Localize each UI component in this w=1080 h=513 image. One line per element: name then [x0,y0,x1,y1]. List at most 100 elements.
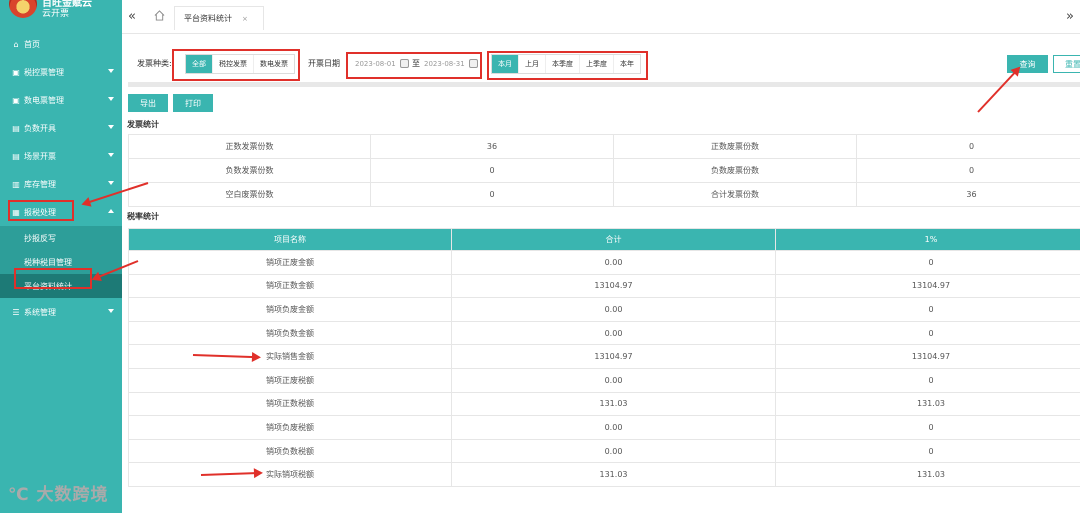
annotation-box [14,268,92,289]
chevron-down-icon [108,309,114,313]
collapse-sidebar-icon[interactable]: « [128,9,136,24]
table-row: 销项负废金额 0.00 0 [128,297,1080,322]
table-cell: 13104.97 [451,344,776,369]
annotation-box [172,49,300,81]
sidebar-item-home[interactable]: ⌂ 首页 [0,30,122,58]
sidebar-item-scene[interactable]: ▤ 场景开票 [0,142,122,170]
sidebar-item-label: 负数开具 [24,123,56,133]
table-row: 负数发票份数 0 负数废票份数 0 [128,158,1080,183]
home-tab-icon[interactable] [154,10,165,21]
annotation-box [346,52,482,79]
table-row: 销项负数金额 0.00 0 [128,320,1080,346]
table-cell: 0 [856,158,1080,183]
table-cell: 负数发票份数 [128,158,371,183]
chevron-down-icon [108,153,114,157]
table-row: 销项正数金额 13104.97 13104.97 [128,273,1080,299]
column-header: 项目名称 [128,228,452,251]
reset-button[interactable]: 重置 [1053,55,1080,73]
sidebar-item-digital[interactable]: ▣ 数电票管理 [0,86,122,114]
table-cell: 销项正数金额 [128,273,452,299]
export-button[interactable]: 导出 [128,94,168,112]
table-cell: 0.00 [451,250,776,275]
annotation-box [8,200,74,221]
table-cell: 0 [775,438,1080,464]
table-cell: 正数发票份数 [128,134,371,159]
tab-platform-stats[interactable]: 平台资料统计 × [174,6,264,30]
table-cell: 0.00 [451,320,776,346]
chevron-up-icon [108,209,114,213]
close-icon[interactable]: × [242,15,248,23]
invoice-stats-title: 发票统计 [127,120,159,129]
table-cell: 0 [856,134,1080,159]
divider [128,82,1080,87]
table-cell: 0 [775,415,1080,440]
doc-icon: ▤ [12,123,20,133]
column-header: 合计 [451,228,776,251]
sidebar-item-label: 税控票管理 [24,67,64,77]
sidebar-item-label: 系统管理 [24,307,56,317]
date-label: 开票日期 [308,59,340,68]
table-row: 销项正废税额 0.00 0 [128,367,1080,393]
sidebar-item-label: 场景开票 [24,151,56,161]
chevron-down-icon [108,125,114,129]
watermark-logo-icon: ℃ [8,485,37,505]
table-cell: 0 [775,320,1080,346]
table-cell: 实际销售金额 [128,344,452,369]
logo: 百旺金赋云 云开票 [0,0,122,30]
scroll-tabs-right-icon[interactable]: » [1066,9,1074,24]
print-button[interactable]: 打印 [173,94,213,112]
sidebar-item-tax-control[interactable]: ▣ 税控票管理 [0,58,122,86]
watermark-text: 大数跨境 [36,485,109,505]
table-cell: 0 [370,182,614,207]
home-icon: ⌂ [13,39,19,49]
table-cell: 空白废票份数 [128,182,371,207]
table-cell: 销项负数税额 [128,438,452,464]
sidebar-item-inventory[interactable]: ▥ 库存管理 [0,170,122,198]
table-row: 销项负数税额 0.00 0 [128,438,1080,464]
logo-subtitle: 云开票 [42,9,70,19]
table-cell: 销项负废税额 [128,415,452,440]
table-row: 实际销项税额 131.03 131.03 [128,462,1080,487]
chevron-down-icon [108,181,114,185]
doc-icon: ▤ [12,151,20,161]
table-cell: 131.03 [775,462,1080,487]
logo-mark-icon [9,0,37,18]
sidebar-item-label: 库存管理 [24,179,56,189]
table-cell: 131.03 [451,462,776,487]
table-cell: 销项正废金额 [128,250,452,275]
table-row: 空白废票份数 0 合计发票份数 36 [128,182,1080,207]
image-icon: ▣ [12,67,20,77]
chevron-down-icon [108,69,114,73]
sidebar-item-label: 首页 [24,39,40,49]
sidebar-subitem-copy-report[interactable]: 抄报反写 [0,226,122,250]
chevron-down-icon [108,97,114,101]
main-content: 发票种类: 全部 税控发票 数电发票 开票日期 2023-08-01 至 202… [122,34,1080,513]
table-cell: 0 [370,158,614,183]
box-icon: ▥ [12,179,20,189]
table-cell: 0 [775,250,1080,275]
table-cell: 0.00 [451,438,776,464]
image-icon: ▣ [12,95,20,105]
table-cell: 正数废票份数 [613,134,857,159]
sidebar-item-system[interactable]: ☰ 系统管理 [0,298,122,326]
table-cell: 销项正数税额 [128,391,452,417]
table-cell: 负数废票份数 [613,158,857,183]
table-cell: 0 [775,367,1080,393]
table-cell: 131.03 [451,391,776,417]
table-cell: 0.00 [451,367,776,393]
table-cell: 0.00 [451,297,776,322]
sidebar: 百旺金赋云 云开票 ⌂ 首页 ▣ 税控票管理 ▣ 数电票管理 ▤ 负数开具 ▤ … [0,0,122,513]
table-cell: 销项正废税额 [128,367,452,393]
sidebar-item-negative[interactable]: ▤ 负数开具 [0,114,122,142]
table-row: 销项负废税额 0.00 0 [128,415,1080,440]
table-cell: 13104.97 [775,344,1080,369]
table-cell: 合计发票份数 [613,182,857,207]
topbar: « 平台资料统计 × » [122,0,1080,34]
table-cell: 销项负废金额 [128,297,452,322]
table-row: 正数发票份数 36 正数废票份数 0 [128,134,1080,159]
table-cell: 36 [370,134,614,159]
table-row: 实际销售金额 13104.97 13104.97 [128,344,1080,369]
invoice-type-label: 发票种类: [137,59,172,68]
settings-icon: ☰ [12,307,20,317]
table-row: 销项正数税额 131.03 131.03 [128,391,1080,417]
